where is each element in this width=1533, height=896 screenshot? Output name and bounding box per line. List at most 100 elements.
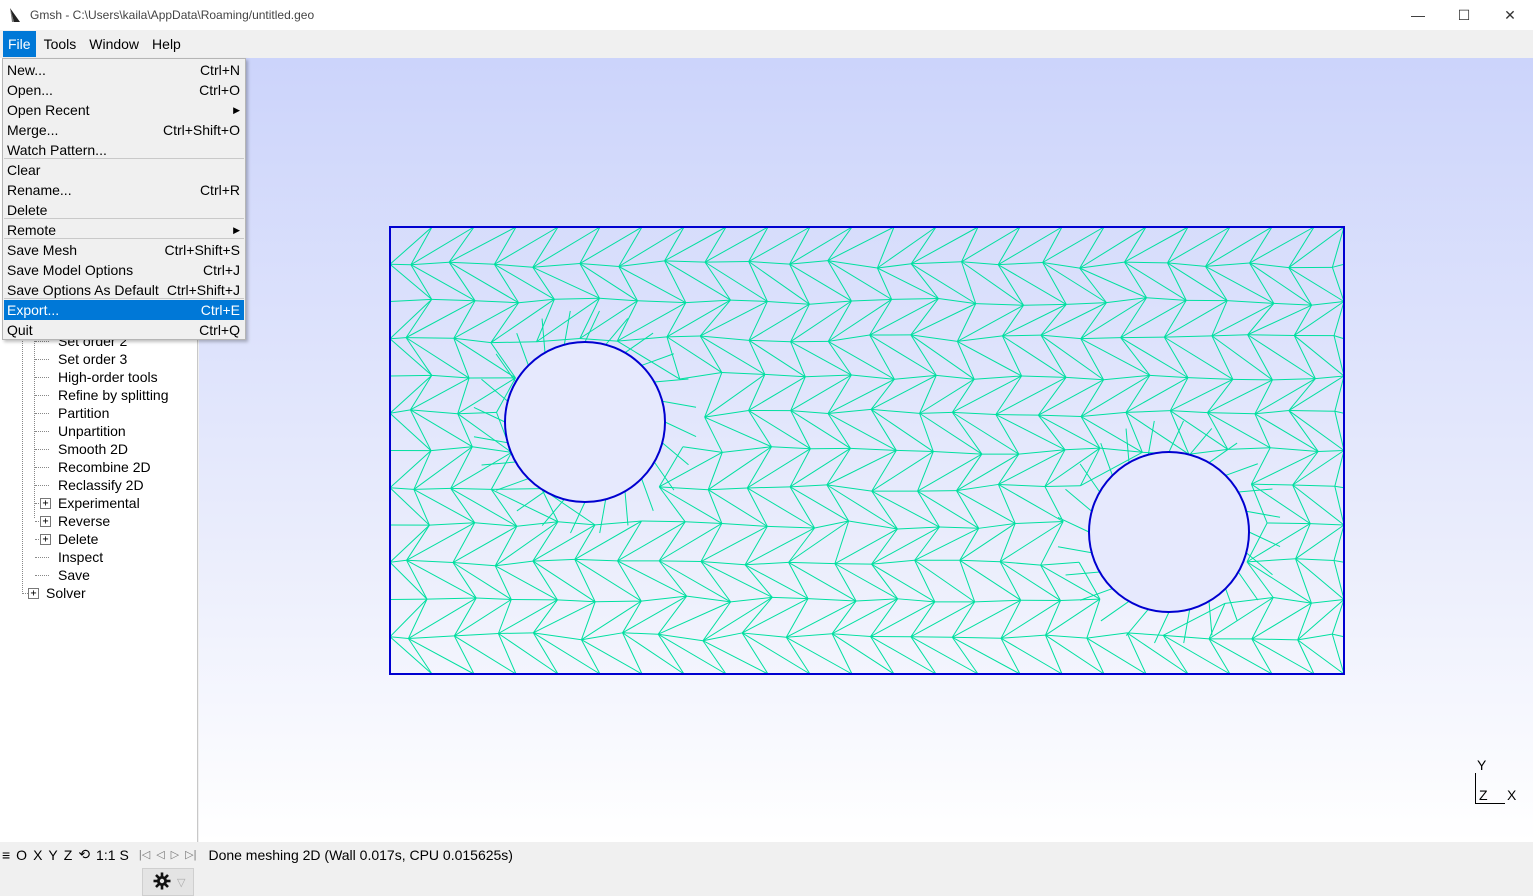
graphics-viewport[interactable]: Y Z X: [199, 58, 1533, 842]
menu-item-label: Merge...: [7, 120, 58, 140]
tree-item-recombine-2d[interactable]: Recombine 2D: [58, 458, 151, 476]
tree-item-unpartition[interactable]: Unpartition: [58, 422, 126, 440]
mesh-edge: [749, 410, 811, 448]
mesh-edge: [952, 637, 978, 674]
mesh-edge: [832, 601, 856, 634]
menu-item-remote[interactable]: Remote▶: [4, 220, 244, 240]
tree-item-refine-by-splitting[interactable]: Refine by splitting: [58, 386, 169, 404]
mesh-edge: [1066, 377, 1104, 379]
menu-item-new[interactable]: New...Ctrl+N: [4, 60, 244, 80]
tree-item-smooth-2d[interactable]: Smooth 2D: [58, 440, 128, 458]
mesh-edge: [708, 490, 722, 524]
mesh-edge: [962, 262, 976, 304]
mesh-edge: [475, 523, 517, 527]
tree-item-partition[interactable]: Partition: [58, 404, 109, 422]
tree-item-save[interactable]: Save: [58, 566, 90, 584]
mesh-edge: [390, 488, 414, 490]
mesh-edge: [623, 633, 659, 634]
tree-item-high-order-tools[interactable]: High-order tools: [58, 368, 158, 386]
mesh-edge: [1206, 266, 1228, 300]
menu-item-open-recent[interactable]: Open Recent▶: [4, 100, 244, 120]
mesh-edge: [1000, 562, 1060, 601]
mesh-edge: [1022, 376, 1066, 377]
mesh-edge: [533, 264, 580, 268]
expand-icon[interactable]: +: [40, 534, 51, 545]
mesh-edge: [1212, 303, 1274, 335]
tree-item-inspect[interactable]: Inspect: [58, 548, 103, 566]
mesh-canvas[interactable]: [199, 58, 1533, 842]
scale-button[interactable]: 1:1: [96, 847, 115, 863]
mesh-edge: [1154, 612, 1169, 643]
mesh-edge: [685, 522, 722, 524]
menu-item-save-mesh[interactable]: Save MeshCtrl+Shift+S: [4, 240, 244, 260]
mesh-edge: [642, 479, 654, 511]
next-step-icon[interactable]: ▷: [171, 848, 179, 861]
menu-toggle-icon[interactable]: ≡: [2, 847, 10, 863]
menu-item-merge[interactable]: Merge...Ctrl+Shift+O: [4, 120, 244, 140]
settings-gear-button[interactable]: ▽: [142, 868, 194, 896]
snap-button[interactable]: S: [120, 847, 129, 863]
view-o-button[interactable]: O: [16, 847, 27, 863]
menu-item-open[interactable]: Open...Ctrl+O: [4, 80, 244, 100]
mesh-edge: [747, 449, 810, 488]
mesh-edge: [1212, 336, 1273, 380]
last-step-icon[interactable]: ▷|: [185, 848, 196, 861]
axis-y-line: [1475, 773, 1476, 803]
first-step-icon[interactable]: |◁: [139, 848, 150, 861]
mesh-edge: [952, 379, 974, 412]
view-z-button[interactable]: Z: [64, 847, 73, 863]
menu-item-watch-pattern[interactable]: Watch Pattern...: [4, 140, 244, 160]
menu-item-rename[interactable]: Rename...Ctrl+R: [4, 180, 244, 200]
expand-icon[interactable]: +: [40, 516, 51, 527]
tree-item-reverse[interactable]: Reverse: [58, 512, 110, 530]
tree-connector: [35, 413, 49, 414]
view-x-button[interactable]: X: [33, 847, 42, 863]
mesh-edge: [482, 462, 516, 465]
menu-file[interactable]: File: [3, 31, 36, 57]
menu-item-clear[interactable]: Clear: [4, 160, 244, 180]
mesh-edge: [617, 522, 685, 561]
mesh-edge: [1080, 268, 1107, 302]
expand-icon[interactable]: +: [40, 498, 51, 509]
menu-item-save-options-as-default[interactable]: Save Options As DefaultCtrl+Shift+J: [4, 280, 244, 300]
close-button[interactable]: ✕: [1487, 0, 1533, 30]
tree-item-set-order-3[interactable]: Set order 3: [58, 350, 127, 368]
mesh-edge: [1188, 378, 1233, 380]
mesh-edge: [1101, 601, 1129, 621]
menu-help[interactable]: Help: [147, 31, 186, 57]
mesh-edge: [828, 261, 852, 301]
menu-item-shortcut: Ctrl+Shift+J: [167, 280, 240, 300]
mesh-edge: [745, 565, 772, 598]
prev-step-icon[interactable]: ◁: [156, 848, 164, 861]
menu-item-delete[interactable]: Delete: [4, 200, 244, 220]
menu-window[interactable]: Window: [84, 31, 144, 57]
mesh-edge: [1126, 429, 1129, 463]
view-y-button[interactable]: Y: [48, 847, 57, 863]
tree-item-reclassify-2d[interactable]: Reclassify 2D: [58, 476, 144, 494]
menu-item-quit[interactable]: QuitCtrl+Q: [4, 320, 244, 340]
minimize-button[interactable]: —: [1395, 0, 1441, 30]
mesh-edge: [390, 375, 432, 413]
mesh-edge: [835, 564, 872, 565]
mesh-edge: [897, 527, 939, 529]
mesh-edge: [828, 227, 852, 261]
menu-tools[interactable]: Tools: [39, 31, 82, 57]
mesh-edge: [1251, 484, 1292, 485]
mesh-edge: [1289, 268, 1312, 305]
mesh-edge: [454, 599, 511, 635]
menu-item-save-model-options[interactable]: Save Model OptionsCtrl+J: [4, 260, 244, 280]
tree-item-delete[interactable]: Delete: [58, 530, 98, 548]
mesh-edge: [557, 600, 595, 602]
tree-item-solver[interactable]: Solver: [46, 584, 86, 602]
rotate-icon[interactable]: ⟲: [78, 846, 90, 863]
mesh-edge: [390, 525, 429, 562]
menu-item-export[interactable]: Export...Ctrl+E: [4, 300, 244, 320]
tree-item-experimental[interactable]: Experimental: [58, 494, 140, 512]
mesh-edge: [1207, 380, 1272, 413]
mesh-edge: [852, 299, 892, 301]
menu-item-label: Export...: [7, 300, 59, 320]
maximize-button[interactable]: ☐: [1441, 0, 1487, 30]
mesh-edge: [458, 412, 497, 413]
expand-icon[interactable]: +: [28, 588, 39, 599]
mesh-edge: [1332, 634, 1344, 637]
